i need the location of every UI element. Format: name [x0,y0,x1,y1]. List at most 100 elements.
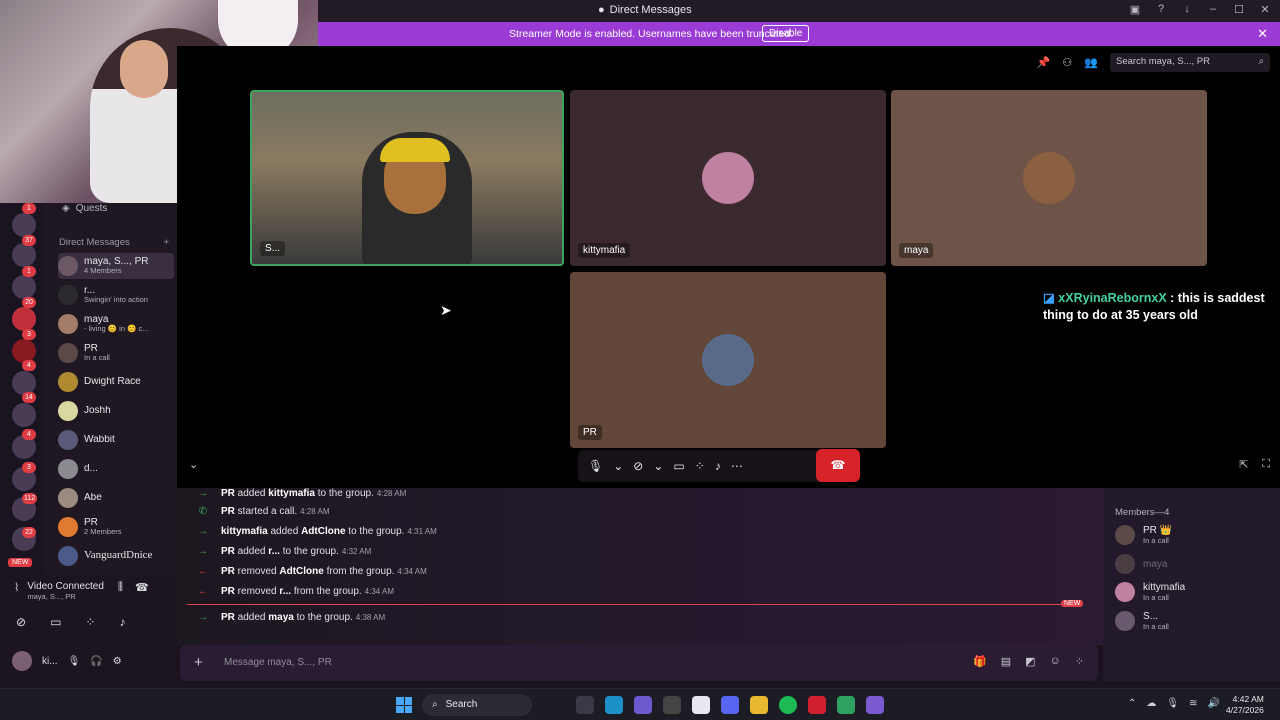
server-icon[interactable] [12,213,36,237]
server-icon[interactable] [12,403,36,427]
chevron-down-icon[interactable]: ⌄ [613,459,623,473]
help-icon[interactable]: ? [1154,3,1168,16]
inbox-icon[interactable]: ▣ [1128,3,1142,16]
task-view-icon[interactable] [576,696,594,714]
unread-badge: 1 [22,266,36,277]
server-icon[interactable] [12,275,36,299]
volume-icon[interactable]: 🔊 [1207,698,1219,709]
disconnect-icon[interactable]: ☎ [135,581,149,594]
avatar [58,401,78,421]
dm-item[interactable]: Joshh [58,398,174,424]
system-message: → PR added kittymafia to the group. 4:28 … [198,488,407,499]
dm-item[interactable]: VanguardDnice [58,543,174,569]
edge-icon[interactable] [605,696,623,714]
app-icon[interactable] [808,696,826,714]
video-tile-maya[interactable]: maya [891,90,1207,266]
disable-button[interactable]: Disable [762,25,810,42]
search-icon: ⌕ [432,699,438,710]
discord-icon: ● [598,4,605,16]
dm-item[interactable]: PR In a call [58,340,174,366]
store-icon[interactable] [692,696,710,714]
activities-icon[interactable]: ⁘ [85,615,95,629]
video-tile-kittymafia[interactable]: kittymafia [570,90,886,266]
member-item[interactable]: PR 👑 In a call [1115,525,1172,545]
emoji-icon[interactable]: ☺ [1050,655,1061,668]
spotify-icon[interactable] [779,696,797,714]
chevron-down-icon[interactable]: ⌄ [189,458,198,471]
gift-icon[interactable]: 🎁 [973,655,987,668]
dm-item[interactable]: Wabbit [58,427,174,453]
mic-icon[interactable]: 🎙 [1166,698,1179,709]
system-tray: ⌃ ☁ 🎙 ≋ 🔊 [1128,698,1220,709]
search-input[interactable]: Search maya, S..., PR ⌕ [1110,53,1270,72]
dm-item[interactable]: PR 2 Members [58,514,174,540]
arrow-right-icon: → [198,526,208,537]
download-icon[interactable]: ↓ [1180,3,1194,16]
member-item[interactable]: maya [1115,554,1167,574]
arrow-right-icon: → [198,488,208,499]
dm-item[interactable]: maya, S..., PR 4 Members [58,253,174,279]
dm-item[interactable]: Dwight Race [58,369,174,395]
quests-link[interactable]: ◈ Quests [62,203,107,214]
app-icon[interactable] [866,696,884,714]
hang-up-button[interactable]: ☎ [816,449,860,482]
app-icon[interactable] [663,696,681,714]
member-item[interactable]: S... In a call [1115,611,1169,631]
plus-icon[interactable]: + [194,654,203,671]
member-item[interactable]: kittymafia In a call [1115,582,1185,602]
chevron-up-icon[interactable]: ⌃ [1128,698,1136,709]
banner-message: Streamer Mode is enabled. Usernames have… [509,28,794,40]
screen-share-icon[interactable]: ▭ [673,459,684,473]
screen-share-icon[interactable]: ▭ [50,615,61,629]
video-tile-pr[interactable]: PR [570,272,886,448]
server-icon[interactable] [12,243,36,267]
copilot-icon[interactable] [634,696,652,714]
avatar[interactable] [12,651,32,671]
camera-off-icon[interactable]: ⊘ [16,615,26,629]
dm-item[interactable]: Abe [58,485,174,511]
discord-icon[interactable] [721,696,739,714]
folder-icon[interactable] [750,696,768,714]
cloud-icon[interactable]: ☁ [1146,698,1156,709]
arrow-right-icon: → [198,546,208,557]
camera-off-icon[interactable]: ⊘ [633,459,643,473]
headphones-icon[interactable]: 🎧 [90,656,102,667]
add-friends-icon[interactable]: ⚇ [1062,56,1072,69]
chevron-down-icon[interactable]: ⌄ [653,459,663,473]
mic-icon[interactable]: 🎙 [588,459,603,473]
mic-icon[interactable]: 🎙 [68,656,81,667]
video-tile-s[interactable]: S... [250,90,564,266]
minimize-icon[interactable]: – [1206,3,1220,16]
app-icon[interactable] [837,696,855,714]
member-list-icon[interactable]: 👥 [1084,56,1098,69]
soundboard-icon[interactable]: ♪ [119,615,125,629]
sticker-icon[interactable]: ◩ [1025,655,1035,668]
soundboard-icon[interactable]: ⫼ [118,581,123,594]
phone-icon: ✆ [198,506,208,517]
popout-icon[interactable]: ⇱ [1239,458,1248,471]
more-icon[interactable]: ⋯ [731,459,743,473]
maximize-icon[interactable]: ☐ [1232,3,1246,16]
gif-icon[interactable]: ▤ [1001,655,1011,668]
activities-icon[interactable]: ⁘ [695,459,705,473]
close-icon[interactable]: ✕ [1257,26,1268,42]
wifi-icon[interactable]: ≋ [1189,698,1197,709]
dm-item[interactable]: maya - living 😊 in 😊 c... [58,311,174,337]
apps-icon[interactable]: ⁘ [1075,655,1084,668]
pin-icon[interactable]: 📌 [1037,56,1051,69]
add-dm-icon[interactable]: + [163,237,169,248]
taskbar-search[interactable]: ⌕ Search [422,694,532,716]
dm-item[interactable]: r... Swingin' into action [58,282,174,308]
message-input[interactable]: Message maya, S..., PR [224,657,332,668]
server-icon[interactable] [12,307,36,331]
avatar [58,459,78,479]
app-root: ● Direct Messages ▣ ? ↓ – ☐ ✕ Streamer M… [0,0,1280,720]
message-composer[interactable]: + Message maya, S..., PR 🎁 ▤ ◩ ☺ ⁘ [180,645,1098,681]
windows-start-icon[interactable] [396,697,412,713]
soundboard-icon[interactable]: ♪ [715,459,721,473]
fullscreen-icon[interactable]: ⛶ [1262,458,1270,471]
clock[interactable]: 4:42 AM 4/27/2026 [1226,694,1264,716]
close-icon[interactable]: ✕ [1258,3,1272,16]
dm-item[interactable]: d... [58,456,174,482]
gear-icon[interactable]: ⚙ [113,656,122,667]
